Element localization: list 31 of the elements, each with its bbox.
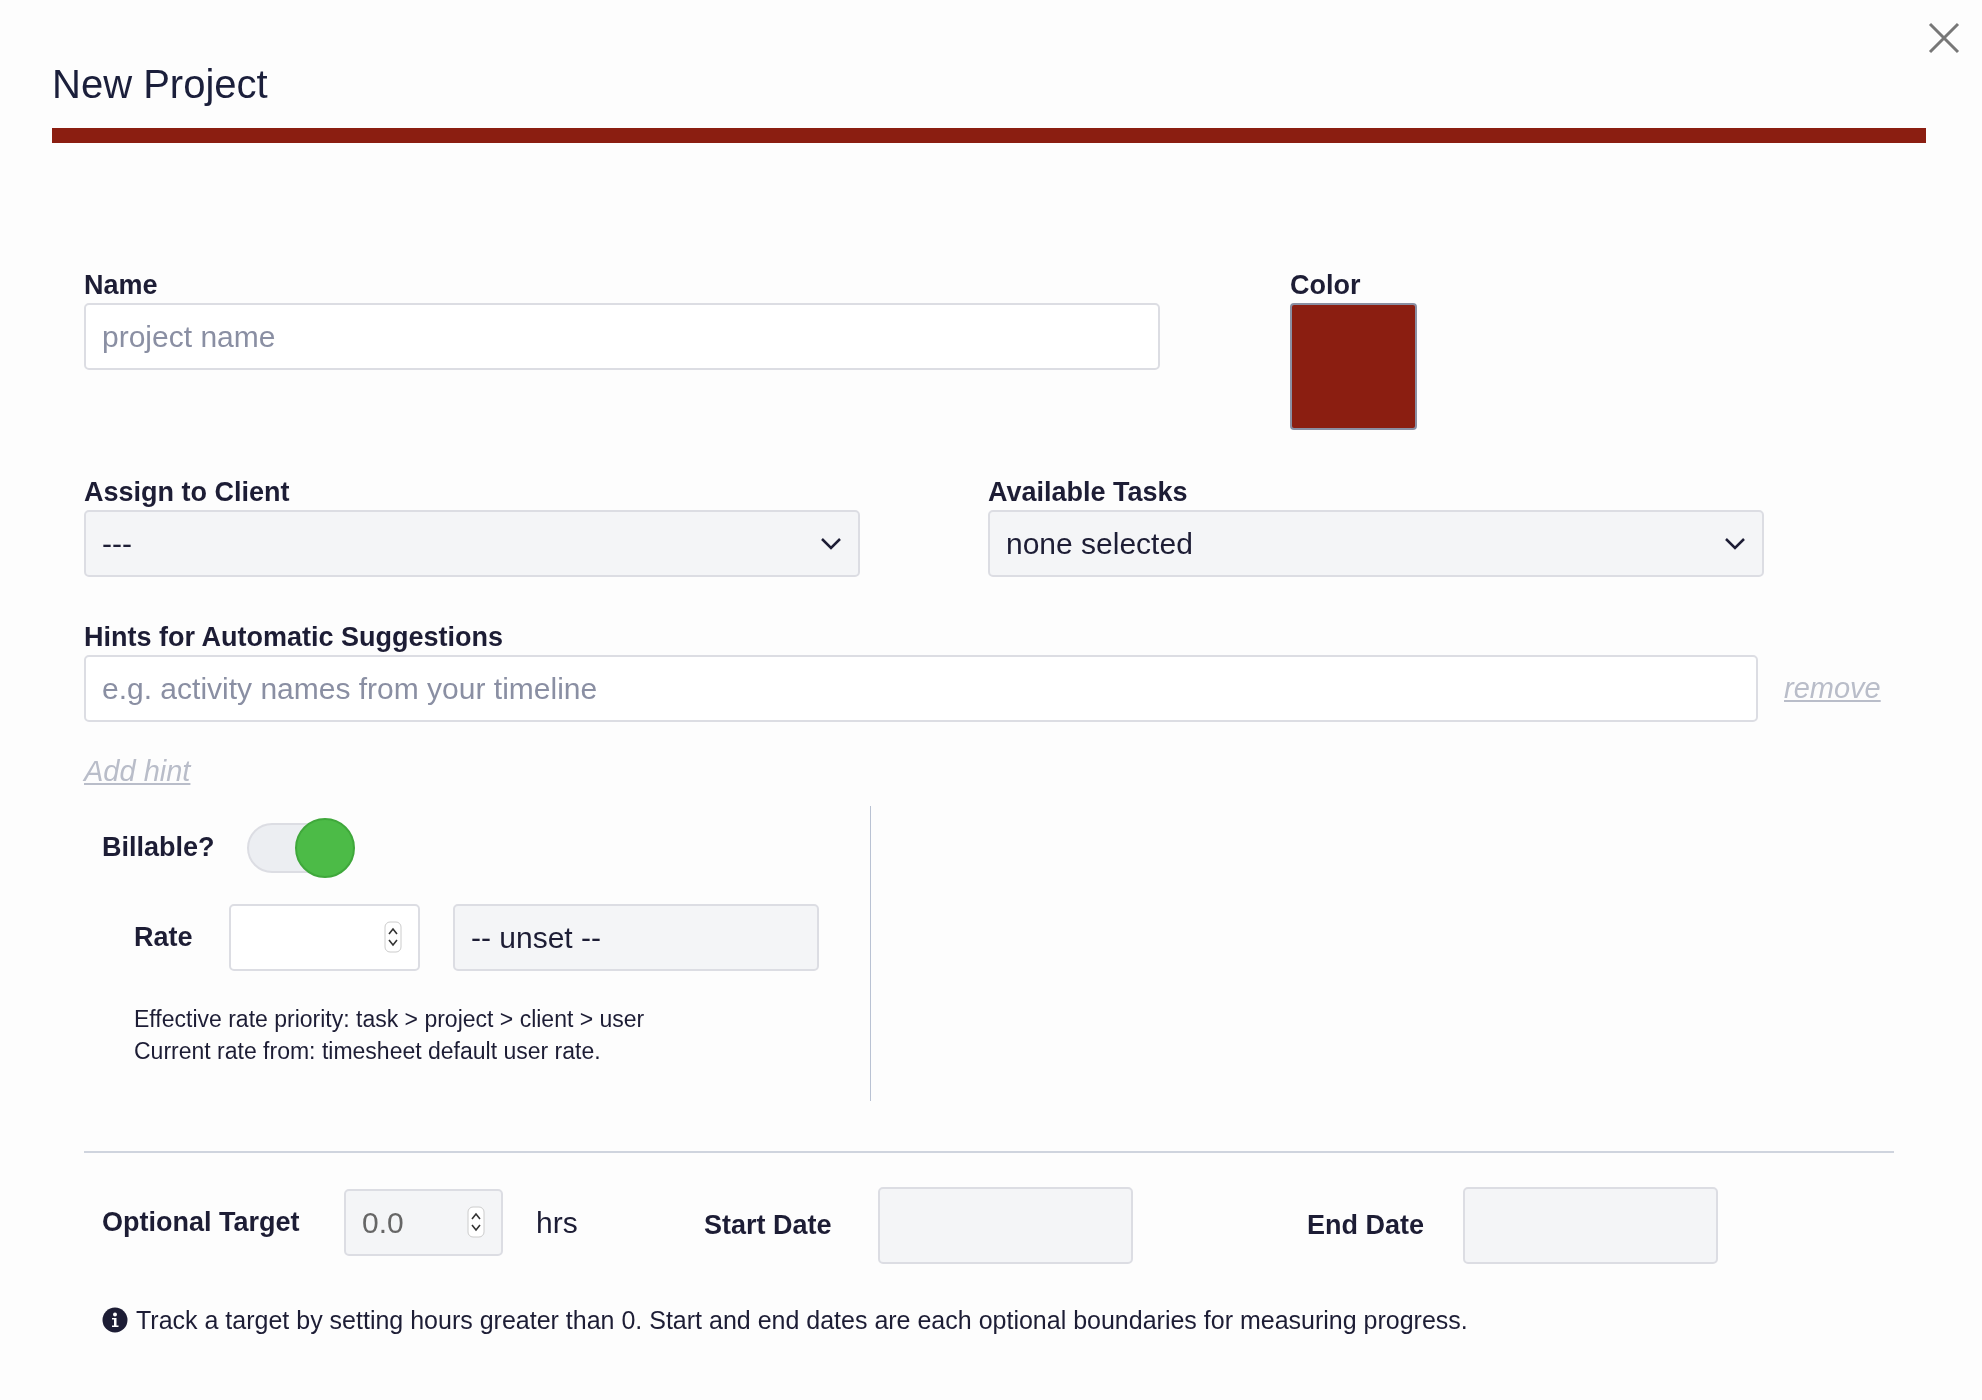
client-label: Assign to Client (84, 476, 291, 508)
hint-field[interactable]: e.g. activity names from your timeline (84, 655, 1758, 722)
rate-unit-select[interactable]: -- unset -- (453, 903, 819, 971)
rate-field[interactable] (229, 903, 420, 971)
rate-help-text: Effective rate priority: task > project > client > user (134, 1004, 645, 1034)
client-select[interactable]: --- (84, 510, 860, 577)
start-date-field[interactable] (878, 1186, 1133, 1264)
chevron-down-icon (1724, 536, 1746, 551)
close-button[interactable] (1926, 20, 1962, 56)
color-label: Color (1290, 269, 1362, 301)
dialog-title: New Project (52, 61, 269, 108)
start-date-label: Start Date (704, 1208, 833, 1242)
hints-label: Hints for Automatic Suggestions (84, 621, 504, 653)
end-date-label: End Date (1307, 1208, 1426, 1242)
billable-label: Billable? (102, 831, 215, 865)
color-swatch[interactable] (1290, 303, 1417, 430)
hours-unit: hrs (536, 1204, 579, 1241)
target-label: Optional Target (102, 1205, 301, 1239)
rate-help-text: Current rate from: timesheet default user rate. (134, 1036, 601, 1066)
target-field[interactable]: 0.0 (344, 1188, 503, 1256)
tasks-label: Available Tasks (988, 476, 1189, 508)
end-date-field[interactable] (1463, 1186, 1718, 1264)
info-icon (102, 1307, 128, 1334)
name-field[interactable]: project name (84, 303, 1160, 370)
spinner-arrows-icon[interactable] (467, 1206, 485, 1238)
tasks-select[interactable]: none selected (988, 510, 1764, 577)
target-info-text: Track a target by setting hours greater than 0. Start and end dates are each optional boundaries for measuring progress. (136, 1304, 1468, 1336)
chevron-down-icon (820, 536, 842, 551)
rate-label: Rate (134, 920, 194, 954)
name-label: Name (84, 269, 159, 301)
spinner-arrows-icon[interactable] (384, 921, 402, 953)
